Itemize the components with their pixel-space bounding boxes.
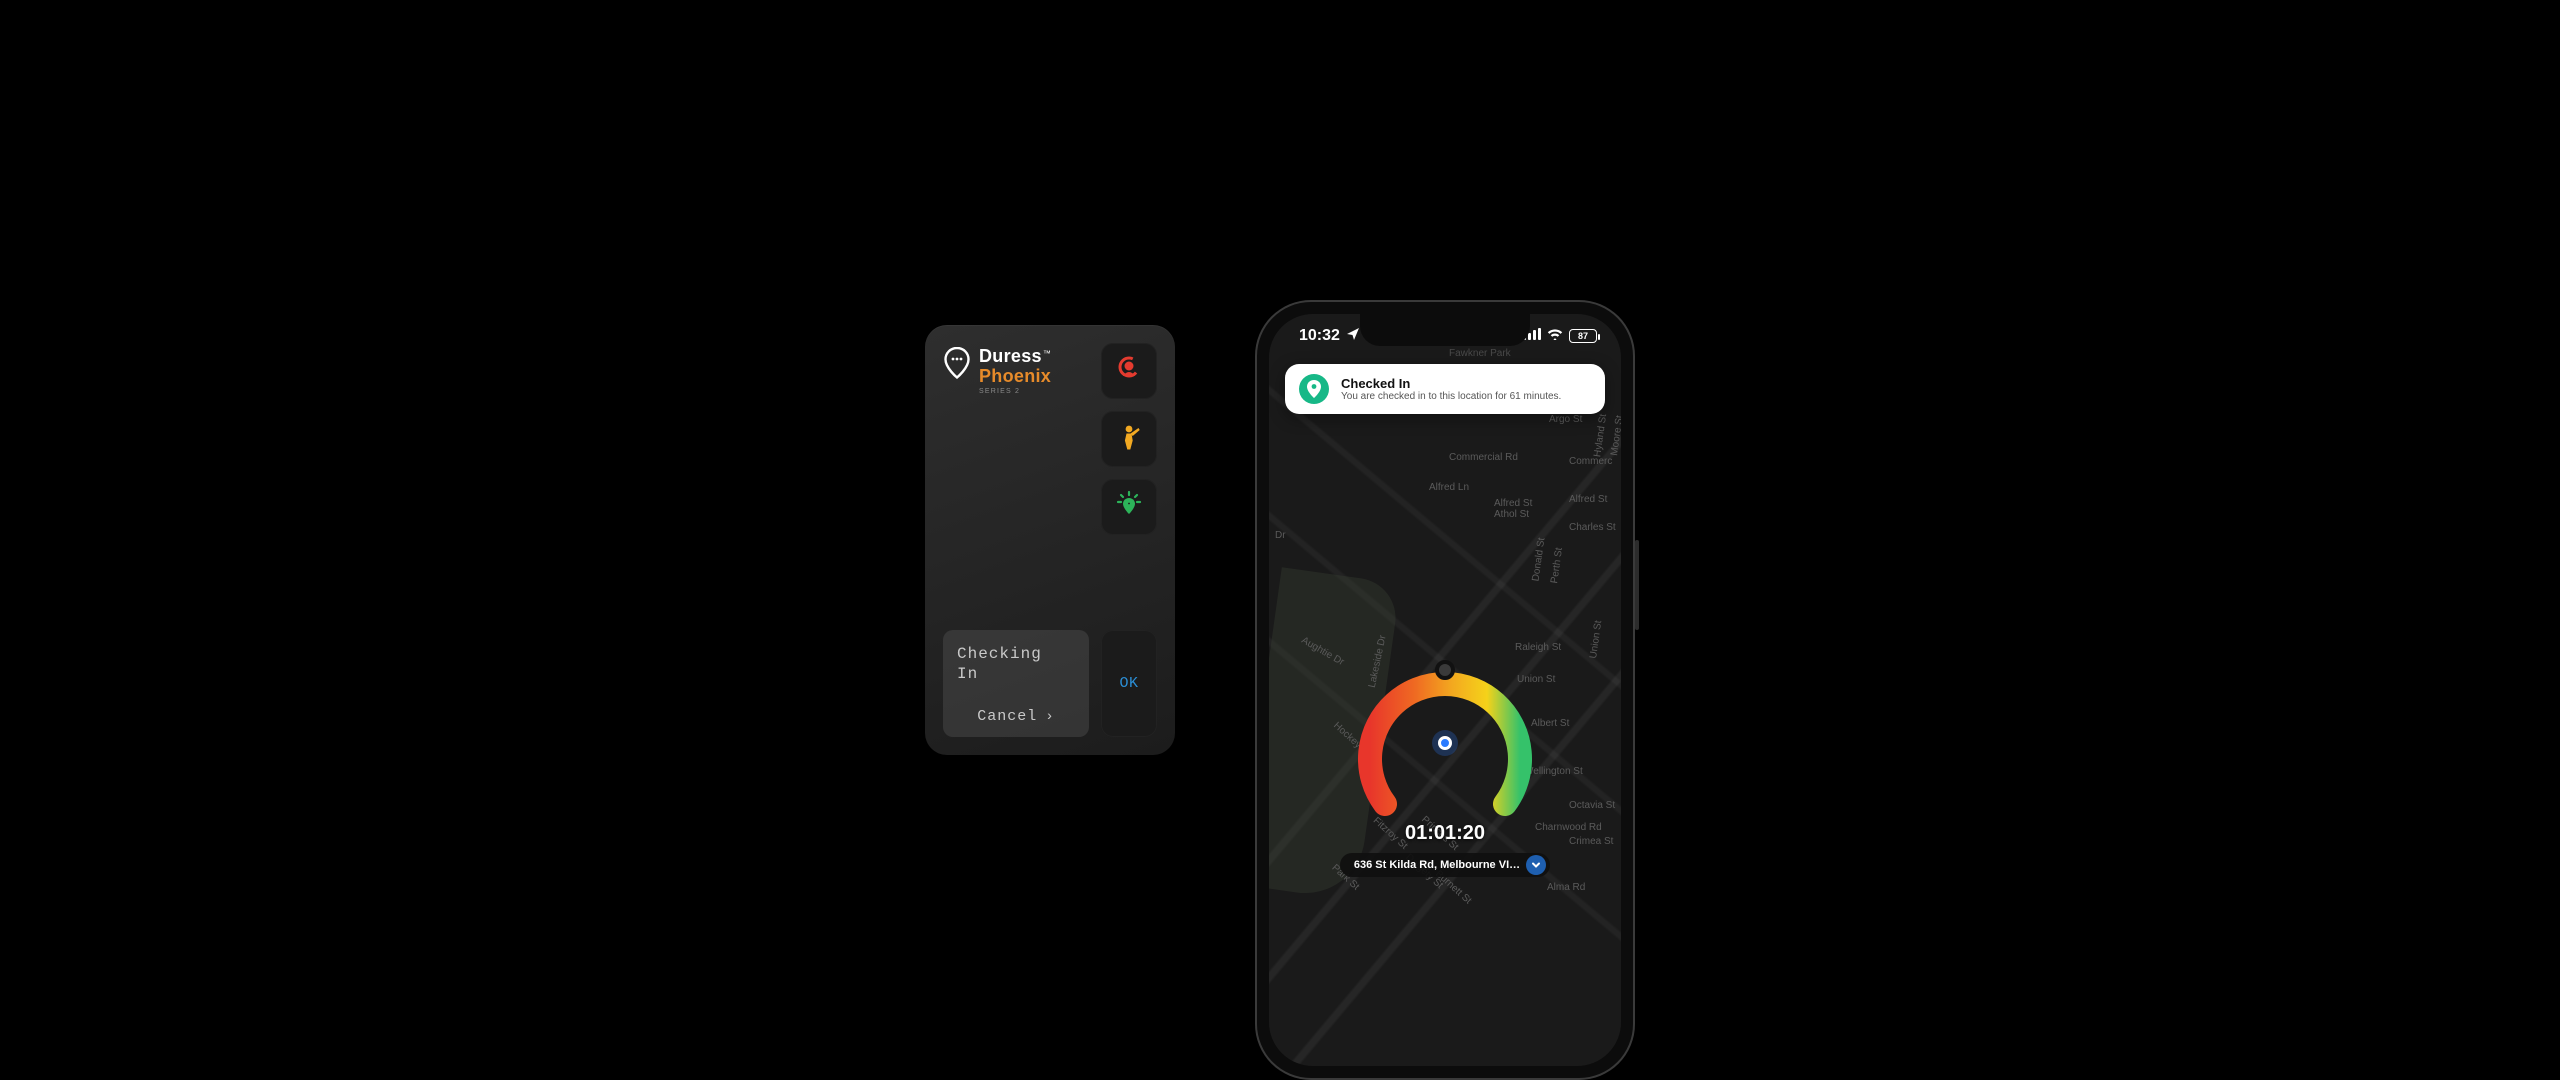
street-label: Alma Rd: [1547, 882, 1585, 893]
wifi-icon: [1547, 327, 1563, 345]
location-beacon-icon: [1114, 490, 1144, 525]
chevron-down-icon: [1526, 855, 1546, 875]
street-label: Commerc: [1569, 456, 1612, 467]
street-label: Alfred St: [1494, 498, 1532, 509]
status-time: 10:32: [1299, 327, 1340, 345]
address-text: 636 St Kilda Rd, Melbourne VI…: [1354, 859, 1520, 871]
street-label: Dr: [1275, 530, 1286, 541]
street-label: Perth St: [1549, 547, 1565, 584]
checkin-button[interactable]: [1101, 479, 1157, 535]
brand-block: Duress™ Phoenix SERIES 2: [943, 343, 1051, 618]
status-panel: Checking In Cancel ›: [943, 630, 1089, 737]
phone-notch: [1360, 314, 1530, 346]
street-label: Charles St: [1569, 522, 1616, 533]
cancel-label: Cancel: [977, 708, 1037, 725]
street-label: Hyland St: [1592, 413, 1609, 457]
emergency-button[interactable]: [1101, 343, 1157, 399]
ok-label: OK: [1119, 675, 1138, 692]
timer-value: 01:01:20: [1405, 822, 1485, 845]
street-label: Commercial Rd: [1449, 452, 1518, 463]
battery-level: 87: [1578, 331, 1588, 341]
street-label: Raleigh St: [1515, 642, 1561, 653]
brand-product: Phoenix: [979, 367, 1051, 386]
person-waving-icon: [1114, 422, 1144, 457]
assist-button[interactable]: [1101, 411, 1157, 467]
location-arrow-icon: [1346, 327, 1360, 346]
battery-indicator: 87: [1569, 329, 1597, 343]
street-label: Union St: [1588, 620, 1604, 660]
address-pill[interactable]: 636 St Kilda Rd, Melbourne VI…: [1340, 853, 1550, 877]
street-label: Argo St: [1549, 414, 1582, 425]
street-label: Crimea St: [1569, 836, 1613, 847]
timer-gauge-group: 01:01:20 636 St Kilda Rd, Melbourne VI…: [1340, 654, 1550, 877]
brand-pin-icon: [943, 347, 971, 381]
current-location-dot: [1438, 736, 1452, 750]
street-label: Donald St: [1530, 537, 1547, 582]
street-label: Octavia St: [1569, 800, 1615, 811]
gauge-knob[interactable]: [1435, 660, 1455, 680]
street-label: Athol St: [1494, 509, 1529, 520]
street-label: Moore St: [1609, 415, 1621, 457]
street-label: Alfred St: [1569, 494, 1607, 505]
brand-series: SERIES 2: [979, 388, 1051, 395]
headset-person-icon: [1114, 354, 1144, 389]
ok-button[interactable]: OK: [1101, 630, 1157, 737]
checkin-banner[interactable]: Checked In You are checked in to this lo…: [1285, 364, 1605, 414]
street-label: Alfred Ln: [1429, 482, 1469, 493]
phone-screen: 10:32: [1269, 314, 1621, 1066]
phone-frame: 10:32: [1255, 300, 1635, 1080]
duress-device-card: Duress™ Phoenix SERIES 2: [925, 325, 1175, 755]
timer-gauge[interactable]: [1340, 654, 1550, 824]
banner-subtitle: You are checked in to this location for …: [1341, 391, 1561, 402]
checkin-pin-icon: [1299, 374, 1329, 404]
banner-title: Checked In: [1341, 376, 1561, 391]
cancel-button[interactable]: Cancel ›: [957, 708, 1075, 725]
status-title: Checking In: [957, 644, 1075, 684]
phone-side-button: [1635, 540, 1639, 630]
chevron-right-icon: ›: [1045, 709, 1054, 725]
brand-tm: ™: [1043, 349, 1051, 358]
brand-name: Duress: [979, 346, 1042, 366]
